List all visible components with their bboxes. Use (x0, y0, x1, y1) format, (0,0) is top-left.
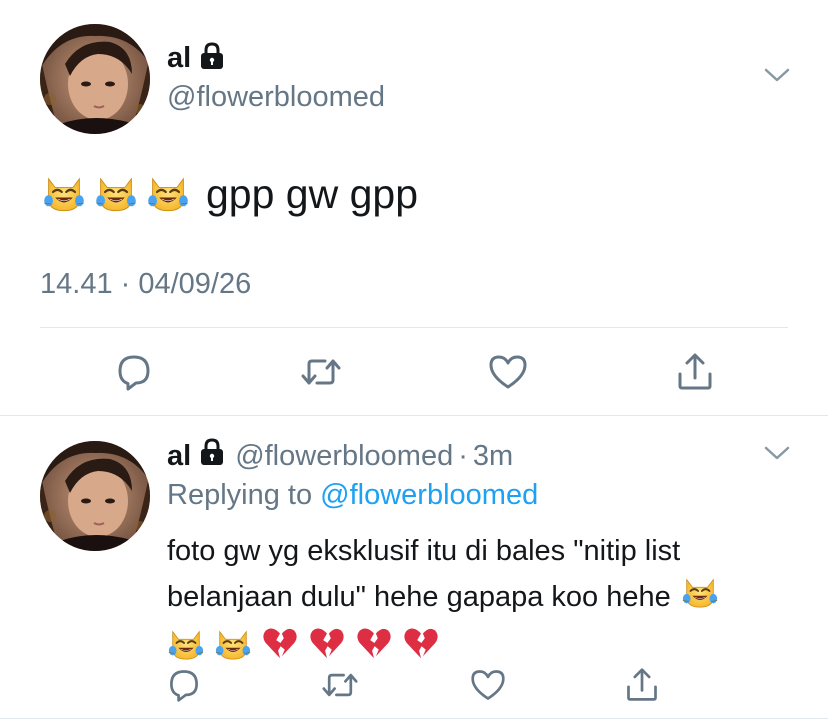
display-name[interactable]: al (167, 44, 191, 73)
tweet-author[interactable]: al @flowerbloomed · 3m (167, 438, 513, 474)
divider (0, 718, 828, 719)
tweet-text-line-2: belanjaan dulu" hehe gapapa koo hehe (167, 572, 797, 622)
joy-cat-emoji (214, 624, 252, 674)
like-button[interactable] (486, 350, 530, 394)
heart-icon (489, 355, 527, 389)
time-ago[interactable]: 3m (473, 440, 513, 473)
reply-button[interactable] (112, 350, 156, 394)
separator: · (458, 439, 468, 472)
divider (40, 327, 788, 328)
profile-photo (40, 441, 150, 551)
lock-icon (199, 438, 225, 474)
replying-to-label: Replying to (167, 479, 313, 511)
retweet-button[interactable] (318, 663, 362, 707)
share-icon (678, 353, 712, 390)
handle[interactable]: @flowerbloomed (235, 440, 453, 473)
replying-to: Replying to @flowerbloomed (167, 479, 538, 512)
tweet-body: gpp gw gpp (42, 170, 418, 219)
broken-heart-emoji (402, 624, 440, 674)
tweet-text-line: foto gw yg eksklusif itu di bales "nitip… (167, 535, 681, 567)
avatar[interactable] (40, 441, 150, 551)
avatar[interactable] (40, 24, 150, 134)
joy-cat-emoji (146, 170, 190, 219)
divider (0, 415, 828, 416)
reply-icon (170, 670, 198, 702)
tweet-text-line: belanjaan dulu" hehe gapapa koo hehe (167, 580, 671, 613)
joy-cat-emoji (42, 170, 86, 219)
joy-cat-emoji (681, 572, 719, 622)
tweet-text: foto gw yg eksklusif itu di bales "nitip… (167, 531, 797, 674)
chevron-down-icon[interactable] (763, 444, 791, 467)
retweet-button[interactable] (299, 350, 343, 394)
lock-icon (199, 42, 225, 75)
broken-heart-emoji (261, 624, 299, 674)
like-button[interactable] (466, 663, 510, 707)
mention-link[interactable]: @flowerbloomed (320, 479, 538, 511)
joy-cat-emoji (94, 170, 138, 219)
handle[interactable]: @flowerbloomed (167, 80, 385, 115)
share-button[interactable] (673, 350, 717, 394)
profile-photo (40, 24, 150, 134)
share-button[interactable] (620, 663, 664, 707)
reply-button[interactable] (162, 663, 206, 707)
retweet-icon (301, 359, 341, 385)
share-icon (627, 668, 657, 701)
reply-icon (118, 355, 150, 391)
heart-icon (471, 670, 505, 700)
timestamp[interactable]: 14.41 · 04/09/26 (40, 268, 251, 301)
display-name[interactable]: al (167, 441, 191, 471)
tweet-author[interactable]: al (167, 42, 225, 75)
chevron-down-icon[interactable] (763, 66, 791, 89)
retweet-icon (322, 673, 358, 697)
tweet-text: gpp gw gpp (206, 171, 419, 217)
